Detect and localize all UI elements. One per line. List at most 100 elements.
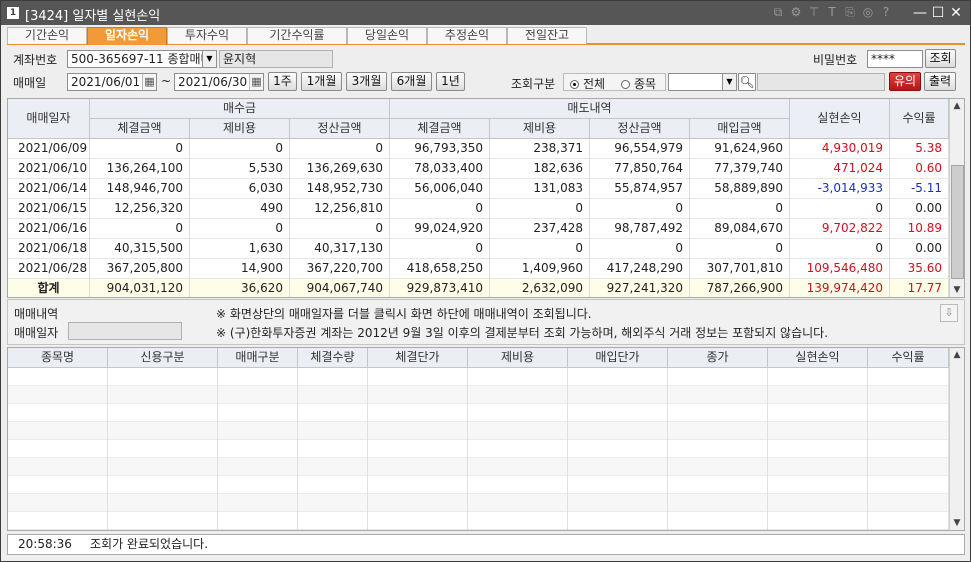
- print-button[interactable]: 출력: [924, 72, 956, 91]
- list-item[interactable]: [8, 440, 949, 458]
- account-select[interactable]: 500-365697-11 종합매매 ▼: [67, 50, 217, 68]
- cell-sell-exec: 929,873,410: [390, 279, 490, 297]
- cell-sell-cost: 91,624,960: [690, 139, 790, 159]
- link-icon[interactable]: ⧉: [769, 5, 787, 20]
- calendar-icon[interactable]: ▦: [249, 74, 263, 90]
- tab-period-pnl[interactable]: 기간손익: [7, 27, 87, 44]
- cell-buy-settle: 148,952,730: [290, 179, 390, 199]
- close-button[interactable]: ✕: [947, 4, 965, 22]
- trade-detail-panel: 매매내역 매매일자 ※ 화면상단의 매매일자를 더블 클릭시 화면 하단에 매매…: [7, 299, 965, 345]
- cell-buy-exec: 136,264,100: [90, 159, 190, 179]
- item-code-select[interactable]: ▼: [668, 73, 737, 91]
- period-3month-button[interactable]: 3개월: [346, 72, 387, 91]
- cell-sell-settle: 0: [590, 199, 690, 219]
- maximize-button[interactable]: ☐: [929, 4, 947, 22]
- list-item[interactable]: [8, 476, 949, 494]
- date-to-input[interactable]: 2021/06/30 ▦: [174, 73, 264, 91]
- calendar-icon[interactable]: ▦: [142, 74, 156, 90]
- list-item[interactable]: [8, 386, 949, 404]
- date-from-input[interactable]: 2021/06/01 ▦: [67, 73, 157, 91]
- list-item[interactable]: [8, 458, 949, 476]
- password-input[interactable]: ****: [867, 50, 923, 68]
- cell-sell-exec: 0: [390, 239, 490, 259]
- cell-sell-settle: 0: [590, 239, 690, 259]
- tab-today-pnl[interactable]: 당일손익: [347, 27, 427, 44]
- col-fee: 제비용: [468, 348, 568, 368]
- cell-sell-fee: 237,428: [490, 219, 590, 239]
- col-realized-pnl: 실현손익: [790, 99, 890, 139]
- cell-buy-fee: 5,530: [190, 159, 290, 179]
- tab-period-return[interactable]: 기간수익률: [247, 27, 347, 44]
- empty-cell: [568, 512, 668, 530]
- search-icon[interactable]: 🔍︎: [738, 73, 756, 91]
- search-type-label: 조회구분: [511, 77, 556, 91]
- col-cost-price: 매입단가: [568, 348, 668, 368]
- scroll-up-icon[interactable]: ▲: [950, 348, 964, 362]
- cell-return-rate: 0.00: [890, 239, 949, 259]
- list-item[interactable]: [8, 404, 949, 422]
- empty-cell: [768, 440, 868, 458]
- tab-daily-pnl[interactable]: 일자손익: [87, 27, 167, 45]
- cell-buy-fee: 36,620: [190, 279, 290, 297]
- cell-sell-cost: 77,379,740: [690, 159, 790, 179]
- cell-date: 2021/06/28: [8, 259, 90, 279]
- cell-sell-settle: 927,241,320: [590, 279, 690, 297]
- list-item[interactable]: [8, 494, 949, 512]
- empty-cell: [768, 386, 868, 404]
- copy-icon[interactable]: ⎘: [841, 5, 859, 20]
- cell-sell-cost: 0: [690, 199, 790, 219]
- empty-cell: [868, 368, 949, 386]
- notice-button[interactable]: 유의: [889, 72, 921, 91]
- chevron-down-icon[interactable]: ▼: [202, 51, 216, 67]
- lower-table-scrollbar[interactable]: ▲ ▼: [949, 348, 964, 530]
- empty-cell: [108, 422, 218, 440]
- scroll-down-icon[interactable]: ▼: [950, 516, 964, 530]
- radio-item[interactable]: 종목: [621, 75, 656, 92]
- cell-realized-pnl: 4,930,019: [790, 139, 890, 159]
- chevron-down-icon[interactable]: ▼: [722, 74, 736, 90]
- empty-cell: [568, 386, 668, 404]
- list-item[interactable]: [8, 422, 949, 440]
- download-icon[interactable]: ⇩: [940, 304, 958, 322]
- empty-cell: [468, 440, 568, 458]
- cell-return-rate: 5.38: [890, 139, 949, 159]
- scroll-up-icon[interactable]: ▲: [950, 99, 964, 113]
- pin-icon[interactable]: ⊤: [805, 5, 823, 19]
- query-button[interactable]: 조회: [925, 49, 956, 68]
- radio-unselected-icon: [621, 80, 630, 89]
- period-1year-button[interactable]: 1년: [436, 72, 465, 91]
- window-title: [3424] 일자별 실현손익: [25, 9, 161, 24]
- empty-cell: [568, 494, 668, 512]
- scroll-thumb[interactable]: [951, 165, 964, 279]
- settings-icon[interactable]: ⚙: [787, 5, 805, 19]
- tab-investment-return[interactable]: 투자수익: [167, 27, 247, 44]
- period-1week-button[interactable]: 1주: [268, 72, 297, 91]
- scroll-down-icon[interactable]: ▼: [950, 283, 964, 297]
- cell-buy-fee: 0: [190, 139, 290, 159]
- empty-cell: [368, 368, 468, 386]
- cell-sell-settle: 98,787,492: [590, 219, 690, 239]
- group-buy: 매수금: [90, 99, 390, 119]
- tab-estimated-pnl[interactable]: 추정손익: [427, 27, 507, 44]
- empty-cell: [368, 476, 468, 494]
- minimize-button[interactable]: —: [911, 4, 929, 22]
- empty-cell: [298, 494, 368, 512]
- list-item[interactable]: [8, 512, 949, 530]
- period-1month-button[interactable]: 1개월: [301, 72, 342, 91]
- title-toolbar-icons: ⧉ ⚙ ⊤ T ⎘ ◎?: [769, 5, 895, 21]
- empty-cell: [668, 404, 768, 422]
- empty-cell: [108, 476, 218, 494]
- camera-icon[interactable]: ◎: [859, 5, 877, 19]
- account-label: 계좌번호: [13, 53, 58, 67]
- tab-prev-balance[interactable]: 전일잔고: [507, 27, 587, 44]
- font-icon[interactable]: T: [823, 5, 841, 19]
- radio-all[interactable]: 전체: [570, 75, 605, 92]
- help-icon[interactable]: ?: [877, 5, 895, 19]
- app-window: 1 [3424] 일자별 실현손익 ⧉ ⚙ ⊤ T ⎘ ◎? — ☐ ✕ 기간손익 일자손…: [0, 0, 971, 562]
- status-bar: 20:58:36 조회가 완료되었습니다.: [7, 534, 965, 555]
- list-item[interactable]: [8, 368, 949, 386]
- period-6month-button[interactable]: 6개월: [391, 72, 432, 91]
- empty-cell: [868, 494, 949, 512]
- upper-table-scrollbar[interactable]: ▲ ▼: [949, 99, 964, 297]
- cell-buy-settle: 40,317,130: [290, 239, 390, 259]
